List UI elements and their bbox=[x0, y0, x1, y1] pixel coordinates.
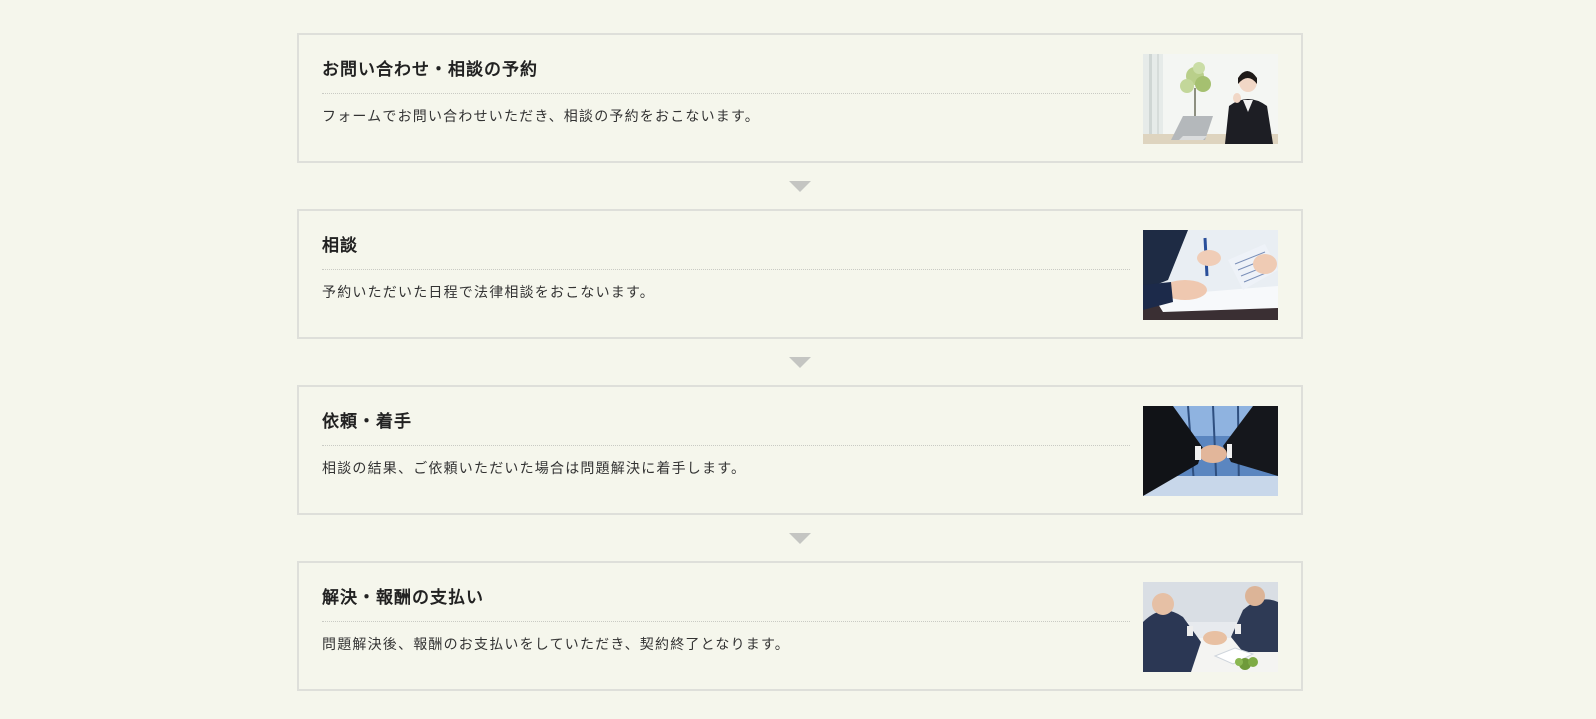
flow-step-inquiry: お問い合わせ・相談の予約 フォームでお問い合わせいただき、相談の予約をおこないま… bbox=[297, 33, 1303, 163]
triangle-down-icon bbox=[789, 533, 811, 544]
step-text: お問い合わせ・相談の予約 フォームでお問い合わせいただき、相談の予約をおこないま… bbox=[322, 57, 1130, 126]
step-title: 解決・報酬の支払い bbox=[322, 585, 1130, 622]
step-description: フォームでお問い合わせいただき、相談の予約をおこないます。 bbox=[322, 109, 760, 125]
flow-step-consultation: 相談 予約いただいた日程で法律相談をおこないます。 bbox=[297, 209, 1303, 339]
document-pen-consultation-photo bbox=[1143, 230, 1278, 320]
step-text: 解決・報酬の支払い 問題解決後、報酬のお支払いをしていただき、契約終了となります… bbox=[322, 585, 1130, 654]
triangle-down-icon bbox=[789, 181, 811, 192]
flow-connector bbox=[297, 339, 1303, 385]
service-flow: お問い合わせ・相談の予約 フォームでお問い合わせいただき、相談の予約をおこないま… bbox=[297, 33, 1303, 691]
step-title: 依頼・着手 bbox=[322, 409, 1130, 446]
step-description: 問題解決後、報酬のお支払いをしていただき、契約終了となります。 bbox=[322, 637, 790, 653]
triangle-down-icon bbox=[789, 357, 811, 368]
step-description: 相談の結果、ご依頼いただいた場合は問題解決に着手します。 bbox=[322, 461, 747, 477]
operator-headset-photo bbox=[1143, 54, 1278, 144]
step-text: 相談 予約いただいた日程で法律相談をおこないます。 bbox=[322, 233, 1130, 302]
flow-step-engagement: 依頼・着手 相談の結果、ご依頼いただいた場合は問題解決に着手します。 bbox=[297, 385, 1303, 515]
step-title: お問い合わせ・相談の予約 bbox=[322, 57, 1130, 94]
business-handshake-photo bbox=[1143, 406, 1278, 496]
flow-connector bbox=[297, 515, 1303, 561]
step-title: 相談 bbox=[322, 233, 1130, 270]
flow-step-settlement-payment: 解決・報酬の支払い 問題解決後、報酬のお支払いをしていただき、契約終了となります… bbox=[297, 561, 1303, 691]
flow-connector bbox=[297, 163, 1303, 209]
step-text: 依頼・着手 相談の結果、ご依頼いただいた場合は問題解決に着手します。 bbox=[322, 409, 1130, 478]
step-description: 予約いただいた日程で法律相談をおこないます。 bbox=[322, 285, 655, 301]
meeting-handshake-photo bbox=[1143, 582, 1278, 672]
